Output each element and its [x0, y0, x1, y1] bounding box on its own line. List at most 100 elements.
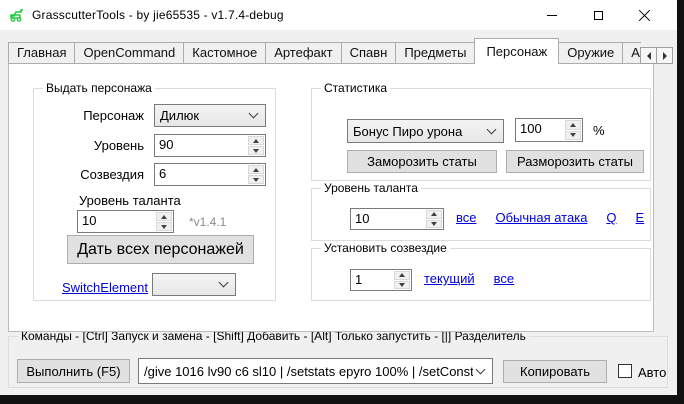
run-command-button[interactable]: Выполнить (F5)	[17, 359, 130, 383]
maximize-icon	[594, 11, 603, 20]
give-character-group: Выдать персонажа Персонаж Дилюк Уровень …	[33, 88, 276, 301]
tab-scroll-buttons	[641, 47, 673, 64]
down-arrow-icon	[431, 222, 437, 226]
minimize-button[interactable]	[529, 0, 575, 30]
give-character-group-title: Выдать персонажа	[43, 81, 155, 95]
level-spinner-buttons	[248, 135, 265, 156]
up-arrow-icon	[399, 273, 405, 277]
level-label: Уровень	[34, 138, 144, 153]
command-combobox-value: /give 1016 lv90 c6 sl10 | /setstats epyr…	[139, 364, 473, 379]
stats-group: Статистика Бонус Пиро урона 100 % Заморо…	[311, 88, 651, 181]
character-select[interactable]: Дилюк	[154, 104, 266, 127]
constellation-spinner[interactable]: 6	[154, 163, 266, 186]
switch-element-link[interactable]: SwitchElement	[62, 280, 148, 295]
constellation-label: Созвездия	[34, 167, 144, 182]
skill-q-link[interactable]: Q	[606, 210, 616, 225]
switch-element-select[interactable]	[152, 273, 236, 296]
tab-personazh[interactable]: Персонаж	[474, 38, 559, 64]
up-arrow-icon	[161, 215, 167, 219]
version-note: *v1.4.1	[189, 215, 226, 229]
constellation-spinner-value: 6	[155, 164, 248, 185]
commands-group: Команды - [Ctrl] Запуск и замена - [Shif…	[8, 336, 668, 388]
talent-level-label: Уровень таланта	[79, 193, 181, 208]
tab-page-personazh: Выдать персонажа Персонаж Дилюк Уровень …	[8, 63, 654, 332]
up-arrow-icon	[253, 168, 259, 172]
spinner-up-button[interactable]	[426, 210, 442, 219]
character-label: Персонаж	[34, 108, 144, 123]
constellation-all-link[interactable]: все	[494, 271, 515, 286]
stat-percent-spinner[interactable]: 100	[515, 118, 583, 142]
grasscutter-logo-icon	[9, 8, 25, 22]
window-title: GrasscutterTools - by jie65535 - v1.7.4-…	[32, 8, 284, 22]
unfreeze-stats-button[interactable]: Разморозить статы	[506, 150, 644, 173]
tab-akkaunt[interactable]: Аккаунт	[622, 42, 641, 64]
copy-command-button[interactable]: Копировать	[503, 360, 607, 383]
normal-attack-link[interactable]: Обычная атака	[496, 210, 588, 225]
down-arrow-icon	[399, 283, 405, 287]
spinner-down-button[interactable]	[248, 175, 264, 184]
up-arrow-icon	[570, 123, 576, 127]
tab-kastomnoe[interactable]: Кастомное	[183, 42, 266, 64]
up-arrow-icon	[431, 212, 437, 216]
skill-e-link[interactable]: E	[636, 210, 645, 225]
spinner-down-button[interactable]	[565, 131, 581, 141]
spinner-up-button[interactable]	[248, 136, 264, 145]
talent-spinner-buttons	[156, 211, 173, 232]
left-arrow-icon	[647, 52, 651, 60]
tab-opencommand[interactable]: OpenCommand	[74, 42, 184, 64]
talent-level-spinner[interactable]: 10	[77, 210, 174, 233]
down-arrow-icon	[570, 133, 576, 137]
set-constellation-group: Установить созвездие 1 текущий все	[311, 248, 651, 301]
chevron-down-icon	[219, 278, 229, 288]
command-combobox[interactable]: /give 1016 lv90 c6 sl10 | /setstats epyr…	[138, 358, 493, 384]
down-arrow-icon	[253, 149, 259, 153]
stat-select[interactable]: Бонус Пиро урона	[347, 119, 504, 143]
constellation-set-spinner-value: 1	[351, 270, 394, 290]
tab-strip: Главная OpenCommand Кастомное Артефакт С…	[8, 38, 641, 64]
tab-glavnaya[interactable]: Главная	[8, 42, 75, 64]
tab-oruzhie[interactable]: Оружие	[558, 42, 623, 64]
level-spinner[interactable]: 90	[154, 134, 266, 157]
talent-group-spinner[interactable]: 10	[350, 208, 444, 230]
spinner-down-button[interactable]	[156, 222, 172, 231]
chevron-down-icon	[487, 124, 497, 134]
down-arrow-icon	[161, 225, 167, 229]
constellation-set-spinner[interactable]: 1	[350, 269, 412, 291]
minimize-icon	[547, 15, 557, 16]
give-all-characters-button[interactable]: Дать всех персонажей	[67, 235, 254, 264]
character-select-value: Дилюк	[155, 108, 246, 123]
tab-scroll-left-button[interactable]	[640, 47, 657, 64]
spinner-up-button[interactable]	[156, 212, 172, 221]
stat-percent-spinner-value: 100	[516, 119, 565, 141]
spinner-down-button[interactable]	[394, 281, 410, 290]
close-icon	[638, 9, 651, 22]
maximize-button[interactable]	[575, 0, 621, 30]
tab-predmety[interactable]: Предметы	[395, 42, 475, 64]
app-window: GrasscutterTools - by jie65535 - v1.7.4-…	[0, 0, 677, 395]
stat-select-value: Бонус Пиро урона	[348, 124, 484, 139]
level-spinner-value: 90	[155, 135, 248, 156]
tab-scroll-right-button[interactable]	[656, 47, 673, 64]
spinner-down-button[interactable]	[248, 146, 264, 155]
spinner-up-button[interactable]	[248, 165, 264, 174]
talent-links-row: все Обычная атака Q E	[456, 210, 644, 225]
constellation-spinner-buttons	[248, 164, 265, 185]
tab-artefakt[interactable]: Артефакт	[265, 42, 341, 64]
talent-group-spinner-value: 10	[351, 209, 426, 229]
stats-group-title: Статистика	[321, 81, 390, 95]
close-button[interactable]	[621, 0, 667, 30]
auto-checkbox[interactable]	[618, 364, 632, 378]
freeze-stats-button[interactable]: Заморозить статы	[347, 150, 497, 173]
talent-all-link[interactable]: все	[456, 210, 477, 225]
tab-spavn[interactable]: Спавн	[341, 42, 397, 64]
spinner-down-button[interactable]	[426, 220, 442, 229]
spinner-up-button[interactable]	[394, 271, 410, 280]
set-constellation-group-title: Установить созвездие	[321, 241, 450, 255]
constellation-set-spinner-buttons	[394, 270, 411, 290]
window-controls	[529, 0, 667, 30]
constellation-current-link[interactable]: текущий	[424, 271, 475, 286]
spinner-up-button[interactable]	[565, 120, 581, 130]
talent-group-spinner-buttons	[426, 209, 443, 229]
right-arrow-icon	[663, 52, 667, 60]
up-arrow-icon	[253, 139, 259, 143]
